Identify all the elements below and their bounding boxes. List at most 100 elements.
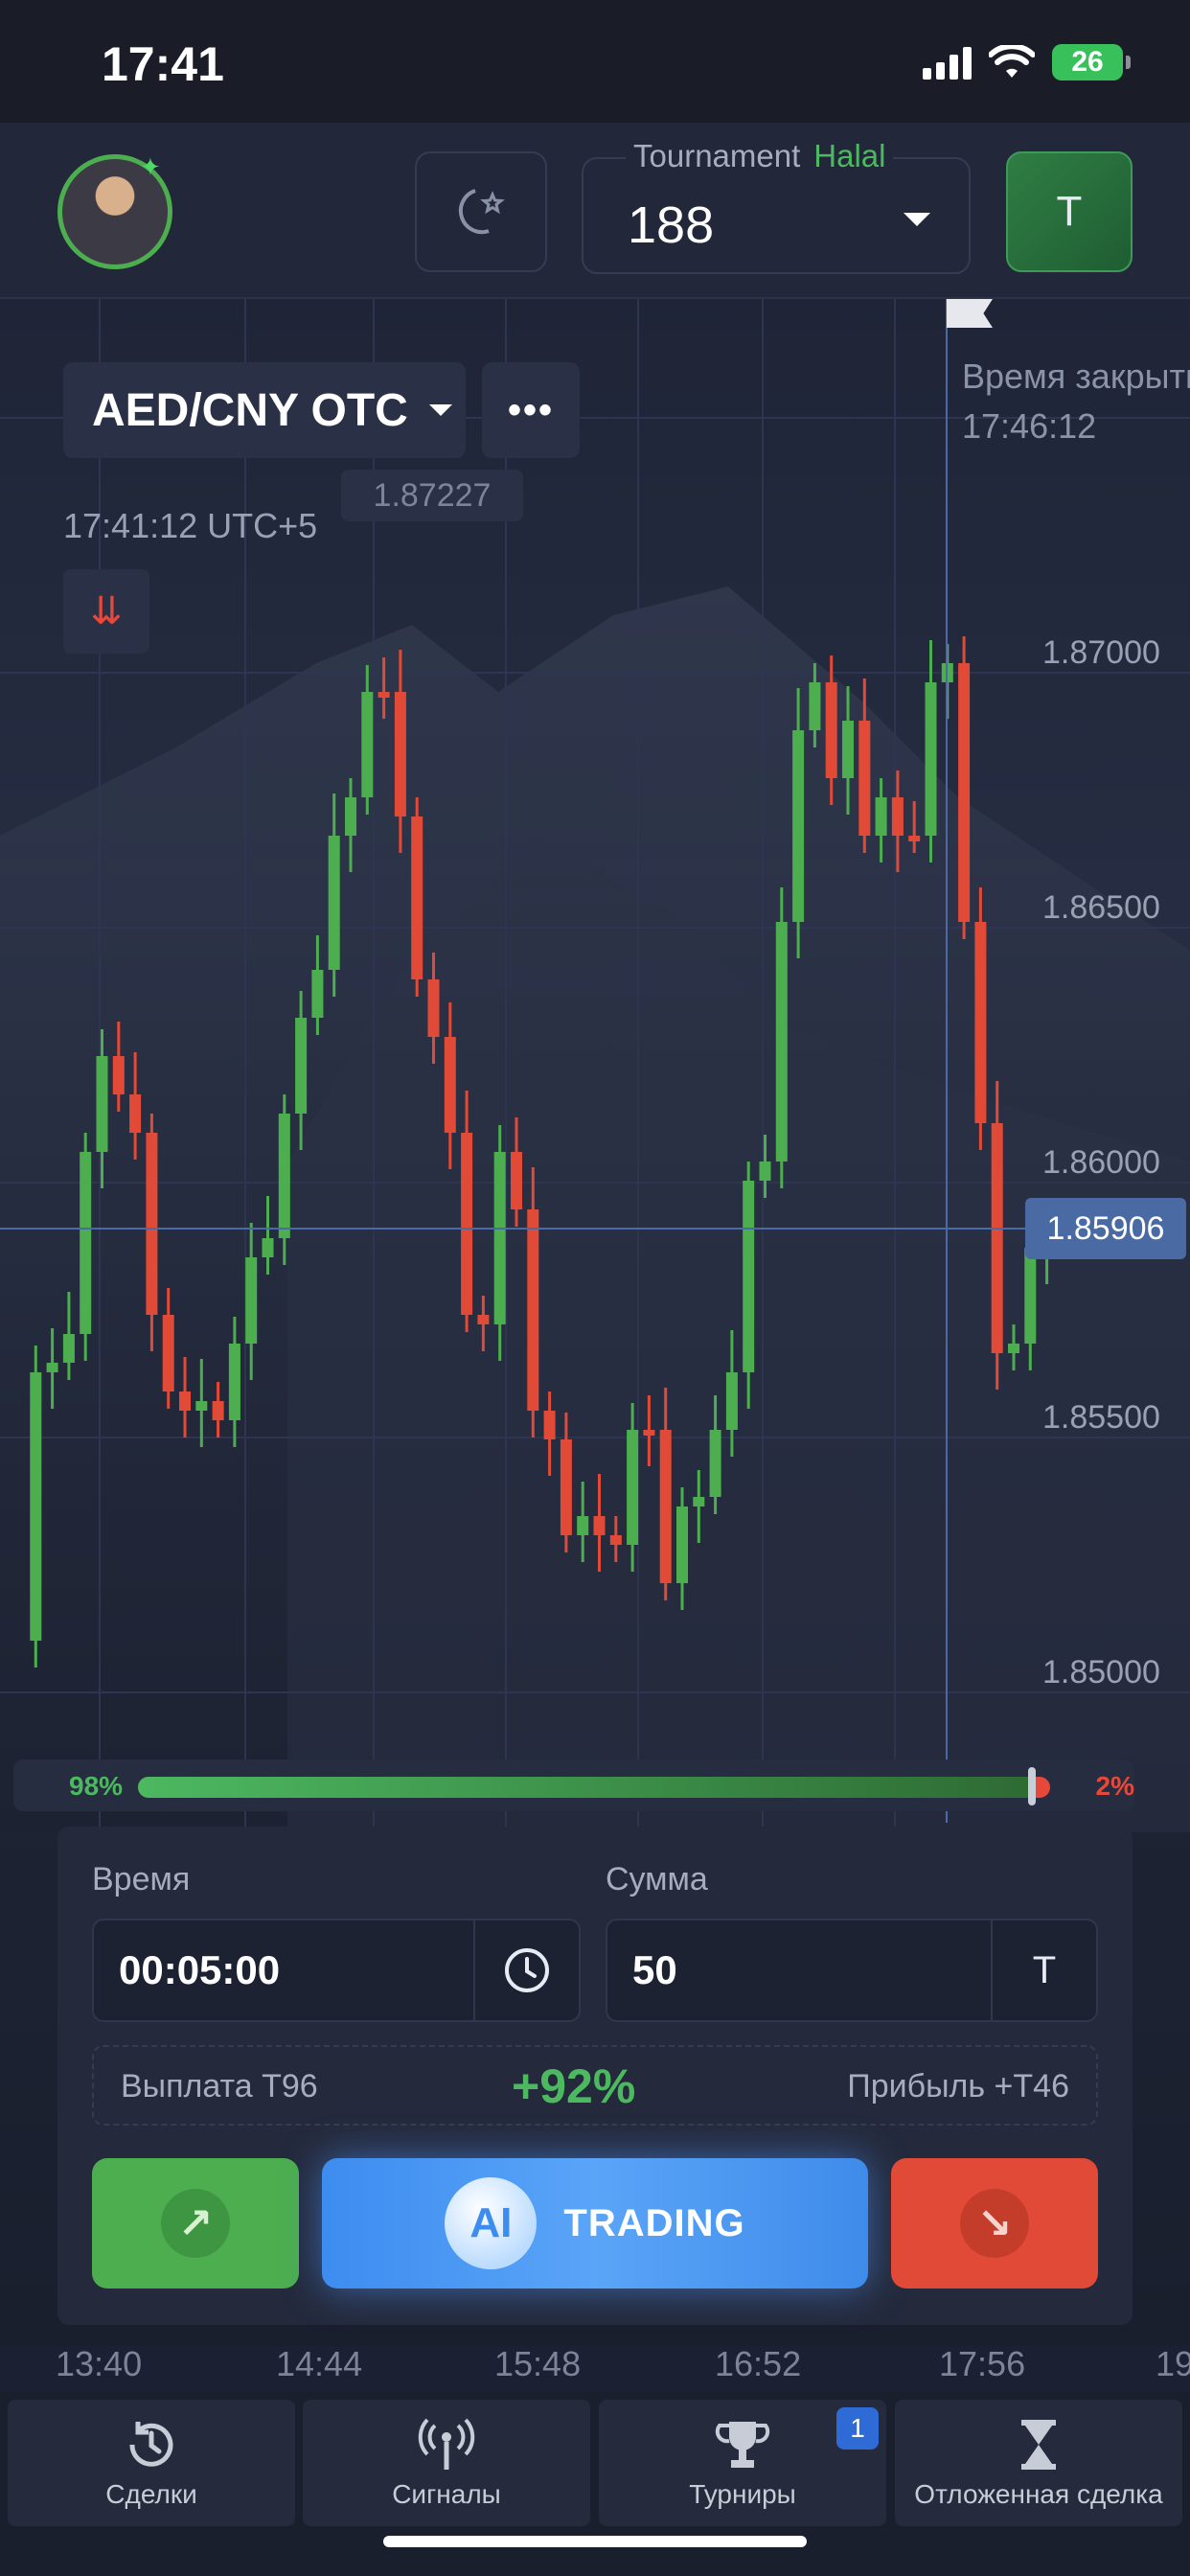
candle-down [908,836,921,841]
candle-down [643,1430,655,1436]
candle-up [195,1401,208,1411]
clock-icon[interactable] [473,1920,579,2020]
time-title: Время [92,1861,191,1898]
sentiment-handle [1027,1767,1036,1806]
sentiment-bar: 98% 2% [13,1760,1134,1811]
amount-title: Сумма [606,1861,708,1898]
sentiment-track [138,1777,1050,1798]
indicators-button[interactable]: ⇊ [63,569,149,654]
time-tick: 15:48 [494,2344,582,2383]
history-icon [129,2422,173,2467]
theme-toggle-button[interactable] [415,151,547,272]
notification-badge: 1 [836,2407,879,2450]
candle-up [1024,1248,1037,1344]
server-clock: 17:41:12 UTC+5 [63,506,318,545]
candle-up [278,1114,290,1238]
status-bar: 17:41 26 [0,0,1190,123]
candle-down [411,816,423,979]
nav-signals[interactable]: Сигналы [303,2400,590,2526]
price-level: 1.85000 [1042,1654,1160,1690]
bottom-nav: Сделки Сигналы Турниры 1 Отложенная сдел… [0,2392,1190,2576]
candle-down [427,979,440,1037]
more-options-button[interactable]: ••• [482,362,580,458]
candle-down [958,663,971,922]
candle-down [511,1152,522,1209]
profit-label: Прибыль +T46 [847,2068,1069,2104]
candle-up [30,1372,42,1641]
nav-pending-trade[interactable]: Отложенная сделка [895,2400,1182,2526]
ai-trading-label: TRADING [563,2201,745,2244]
candle-down [991,1123,1003,1353]
status-time: 17:41 [102,37,224,91]
account-label: Tournament Halal [626,138,894,174]
candle-down [146,1133,158,1315]
time-tick: 19 [1156,2344,1190,2383]
time-value: 00:05:00 [119,1947,281,1992]
deposit-button[interactable]: T [1006,151,1133,272]
candle-up [62,1334,75,1363]
currency-suffix[interactable]: T [991,1920,1096,2020]
candle-up [46,1363,58,1372]
nav-trades[interactable]: Сделки [8,2400,295,2526]
asset-name: AED/CNY OTC [92,384,408,436]
trade-panel: Время 00:05:00 Сумма 50 T Выплата T96 +9… [57,1827,1133,2325]
battery-icon: 26 [1052,44,1131,80]
sell-down-button[interactable]: ↘ [891,2158,1098,2288]
candle-down [461,1133,473,1315]
moon-star-icon [458,189,505,235]
signal-icon [418,2418,475,2470]
time-field[interactable]: 00:05:00 [92,1919,581,2022]
trophy-icon [715,2422,770,2468]
account-selector[interactable]: Tournament Halal 188 [582,138,971,274]
arrow-down-right-icon: ↘ [960,2189,1029,2258]
candle-up [80,1152,92,1334]
candle-up [809,682,821,730]
price-level: 1.85500 [1042,1399,1160,1436]
candle-down [825,682,837,778]
cellular-signal-icon [923,45,972,80]
app-header: ✦ Tournament Halal 188 T [0,123,1190,299]
time-tick: 17:56 [939,2344,1026,2383]
account-balance: 188 [628,196,715,254]
time-tick: 14:44 [276,2344,363,2383]
price-level: 1.86000 [1042,1144,1160,1181]
asset-selector[interactable]: AED/CNY OTC [63,362,466,458]
candle-up [96,1056,108,1152]
amount-field[interactable]: 50 T [606,1919,1098,2022]
candle-up [676,1506,688,1583]
arrow-up-right-icon: ↗ [161,2189,230,2258]
candle-up [792,730,805,922]
amount-value: 50 [632,1947,677,1992]
candle-down [444,1037,456,1133]
candle-up [493,1152,506,1324]
candle-down [129,1094,142,1133]
expiry-time: 17:46:12 [962,406,1097,446]
ai-icon: AI [445,2177,538,2269]
candle-up [627,1430,639,1545]
candle-up [775,922,788,1162]
buy-up-button[interactable]: ↗ [92,2158,299,2288]
candle-down [162,1315,174,1392]
candle-down [378,692,390,698]
candle-down [112,1056,125,1094]
ai-trading-button[interactable]: AI TRADING [322,2158,868,2288]
candle-down [891,797,904,836]
time-tick: 16:52 [715,2344,802,2383]
sentiment-fill [138,1777,1032,1798]
candle-up [328,836,340,970]
price-level: 1.87000 [1042,634,1160,671]
payout-label: Выплата T96 [121,2068,318,2104]
candle-down [527,1209,539,1411]
candle-up [1008,1344,1019,1353]
candle-up [842,721,854,778]
candle-up [228,1344,240,1420]
candle-down [593,1516,606,1535]
candle-up [345,797,356,836]
candle-up [245,1257,258,1344]
nav-tournaments[interactable]: Турниры 1 [599,2400,886,2526]
candle-down [179,1392,191,1411]
candle-up [295,1018,308,1114]
chevron-down-icon [428,404,452,416]
expiry-label: Время закрытия [962,356,1190,396]
candle-up [311,970,324,1018]
